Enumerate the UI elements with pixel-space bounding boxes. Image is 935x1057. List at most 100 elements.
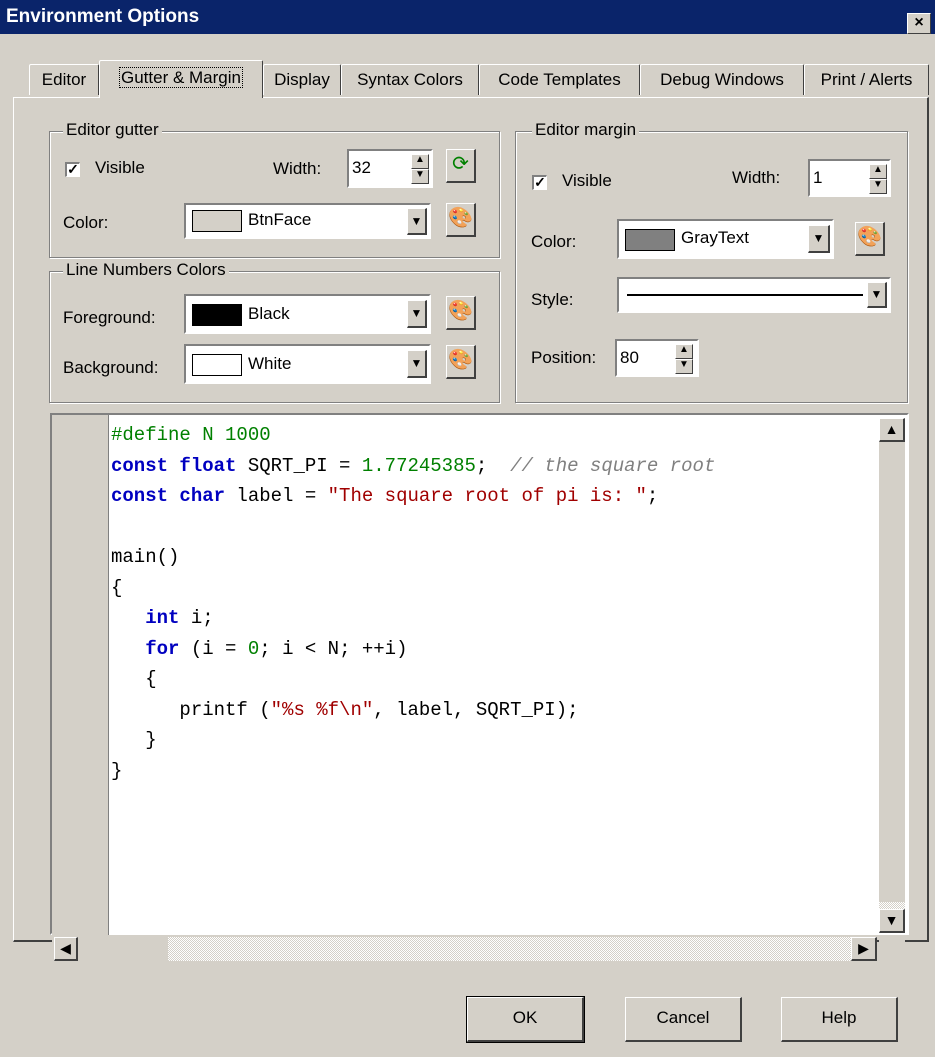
horizontal-scrollbar[interactable]: ◀ ▶: [54, 937, 877, 961]
code-line: int i;: [111, 607, 213, 629]
chevron-down-icon[interactable]: ▼: [407, 350, 427, 378]
tab-label: Syntax Colors: [357, 70, 463, 89]
gutter-color-value: BtnFace: [248, 210, 312, 229]
background-label: Background:: [63, 358, 159, 377]
code-line: const char label = "The square root of p…: [111, 485, 658, 507]
vertical-scroll-thumb[interactable]: [879, 442, 905, 902]
gutter-color-picker-button[interactable]: 🎨: [446, 203, 476, 237]
palette-icon: 🎨: [448, 300, 473, 322]
tab-gutter-margin[interactable]: Gutter & Margin: [99, 60, 263, 98]
code-line: {: [111, 577, 122, 599]
gutter-width-value: 32: [352, 158, 371, 177]
cancel-button-label: Cancel: [656, 1008, 710, 1027]
code-token: "The square root of pi is: ": [327, 485, 647, 507]
scroll-right-icon[interactable]: ▶: [851, 937, 877, 961]
spin-up-icon[interactable]: ▲: [411, 154, 429, 169]
spin-up-icon[interactable]: ▲: [869, 164, 887, 179]
palette-icon: 🎨: [448, 349, 473, 371]
palette-icon: 🎨: [857, 226, 882, 248]
tab-debug-windows[interactable]: Debug Windows: [640, 64, 804, 95]
gutter-color-swatch: [192, 210, 242, 232]
background-color-picker-button[interactable]: 🎨: [446, 345, 476, 379]
code-token: ;: [646, 485, 659, 507]
spin-down-icon[interactable]: ▼: [869, 179, 887, 194]
margin-width-value: 1: [813, 168, 823, 187]
code-token: ; i < N; ++i): [259, 637, 408, 660]
scroll-up-icon[interactable]: ▲: [879, 418, 905, 442]
gutter-visible-checkbox[interactable]: ✓: [65, 162, 80, 177]
code-token: printf (: [111, 698, 271, 721]
margin-color-picker-button[interactable]: 🎨: [855, 222, 885, 256]
chevron-down-icon[interactable]: ▼: [407, 300, 427, 328]
code-line: for (i = 0; i < N; ++i): [111, 637, 408, 660]
foreground-color-dropdown[interactable]: Black ▼: [184, 294, 431, 334]
spin-down-icon[interactable]: ▼: [675, 359, 693, 374]
code-line: {: [111, 668, 156, 690]
code-line: printf ("%s %f\n", label, SQRT_PI);: [111, 698, 579, 721]
code-token: main(): [111, 546, 180, 568]
background-color-dropdown[interactable]: White ▼: [184, 344, 431, 384]
chevron-down-icon[interactable]: ▼: [808, 225, 830, 253]
margin-position-spinner[interactable]: 80 ▲ ▼: [615, 339, 699, 377]
vertical-scrollbar[interactable]: ▲ ▼: [879, 418, 905, 933]
chevron-down-icon[interactable]: ▼: [407, 208, 427, 235]
foreground-color-picker-button[interactable]: 🎨: [446, 296, 476, 330]
foreground-color-swatch: [192, 304, 242, 326]
help-button[interactable]: Help: [781, 997, 898, 1042]
tab-display[interactable]: Display: [263, 64, 341, 95]
horizontal-scroll-thumb[interactable]: [78, 937, 168, 961]
palette-icon: 🎨: [448, 207, 473, 229]
tab-label: Print / Alerts: [820, 70, 913, 89]
margin-width-label: Width:: [732, 168, 781, 187]
ok-button[interactable]: OK: [466, 996, 585, 1043]
tab-label: Editor: [41, 70, 87, 89]
code-token: #define N 1000: [111, 424, 271, 446]
code-token: label =: [225, 485, 328, 507]
margin-style-dropdown[interactable]: ▼: [617, 277, 891, 313]
preview-gutter: [52, 415, 108, 961]
foreground-label: Foreground:: [63, 308, 156, 327]
editor-margin-group-label: Editor margin: [532, 120, 640, 140]
code-line: #define N 1000: [111, 424, 271, 446]
code-token: , label, SQRT_PI);: [373, 698, 579, 721]
cancel-button[interactable]: Cancel: [625, 997, 742, 1042]
code-token: // the square root: [510, 454, 716, 477]
close-button[interactable]: ×: [907, 13, 931, 34]
tab-label: Display: [274, 70, 330, 89]
scroll-left-icon[interactable]: ◀: [54, 937, 78, 961]
line-numbers-group-label: Line Numbers Colors: [63, 260, 229, 280]
margin-width-spinner[interactable]: 1 ▲ ▼: [808, 159, 891, 197]
chevron-down-icon[interactable]: ▼: [867, 282, 887, 308]
tab-label: Code Templates: [498, 70, 621, 89]
ok-button-label: OK: [512, 1008, 538, 1027]
tab-syntax-colors[interactable]: Syntax Colors: [341, 64, 479, 95]
line-style-preview: [627, 294, 863, 296]
code-line: }: [111, 760, 122, 782]
code-token: const: [111, 454, 169, 477]
tab-print-alerts[interactable]: Print / Alerts: [804, 64, 929, 95]
margin-color-swatch: [625, 229, 675, 251]
code-token: char: [179, 485, 226, 507]
code-token: int: [145, 607, 180, 629]
code-token: {: [111, 576, 123, 599]
editor-gutter-group-label: Editor gutter: [63, 120, 162, 140]
spin-up-icon[interactable]: ▲: [675, 344, 693, 359]
margin-visible-checkbox[interactable]: ✓: [532, 175, 547, 190]
code-token: (i =: [179, 637, 248, 660]
tab-code-templates[interactable]: Code Templates: [479, 64, 640, 95]
gutter-width-spinner[interactable]: 32 ▲ ▼: [347, 149, 433, 188]
code-token: for: [145, 637, 180, 660]
margin-color-dropdown[interactable]: GrayText ▼: [617, 219, 834, 259]
scroll-down-icon[interactable]: ▼: [879, 909, 905, 933]
checkmark-icon: ✓: [67, 161, 79, 177]
code-token: float: [179, 454, 237, 477]
foreground-color-value: Black: [248, 304, 290, 323]
code-token: }: [111, 759, 123, 782]
gutter-color-dropdown[interactable]: BtnFace ▼: [184, 203, 431, 239]
tab-editor[interactable]: Editor: [29, 64, 99, 95]
background-color-swatch: [192, 354, 242, 376]
refresh-gutter-button[interactable]: ⟳: [446, 149, 476, 183]
spin-down-icon[interactable]: ▼: [411, 169, 429, 184]
